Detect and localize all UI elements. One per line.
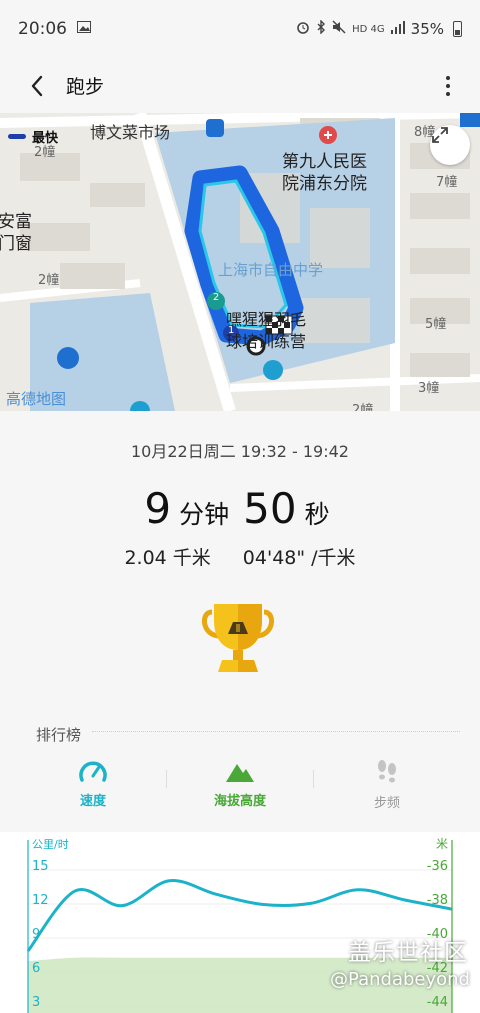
expand-map-button[interactable] — [430, 125, 470, 165]
chart-right-tick: -38 — [427, 893, 448, 908]
route-marker-1: 1 — [228, 325, 235, 336]
tab-altitude[interactable]: 海拔高度 — [167, 758, 313, 818]
duration: 9 分钟 50 秒 — [0, 484, 480, 533]
tab-cadence[interactable]: 步频 — [314, 758, 460, 818]
map-label-b2a: 2幢 — [34, 145, 56, 160]
watermark-community: 盖乐世社区 — [348, 940, 468, 966]
tab-cadence-label: 步频 — [373, 796, 400, 811]
map-label-b7: 7幢 — [436, 175, 458, 190]
stats-line: 2.04 千米 04'48" /千米 — [0, 543, 480, 570]
page-title: 跑步 — [66, 76, 105, 98]
chart-right-tick: -36 — [427, 859, 448, 874]
distance: 2.04 千米 — [124, 547, 211, 569]
status-bar: 20:06 HD 4G 35% — [0, 0, 480, 58]
map-label-hospital: 第九人民医 院浦东分院 — [282, 152, 367, 194]
map-label-b2c: 2幢 — [352, 403, 374, 411]
bluetooth-icon — [316, 19, 326, 38]
amap-logo: 高德地图 — [6, 390, 67, 408]
mountain-icon — [226, 764, 254, 782]
map-label-b3: 3幢 — [418, 381, 440, 396]
chart-left-tick: 6 — [32, 961, 40, 976]
route-marker-2: 2 — [212, 292, 220, 303]
map-label-school: 上海市自由中学 — [218, 261, 324, 279]
watermark-author: @Pandabeyond — [330, 969, 470, 990]
back-button[interactable] — [22, 71, 52, 101]
chart-ylabel-left: 公里/时 — [32, 838, 69, 851]
battery-icon — [453, 21, 462, 37]
chart-left-tick: 3 — [32, 995, 40, 1010]
expand-icon — [432, 127, 448, 143]
chart-left-tick: 12 — [32, 893, 49, 908]
chart-right-tick: -44 — [427, 995, 448, 1010]
back-arrow-icon — [31, 75, 43, 96]
tab-speed-label: 速度 — [79, 794, 106, 809]
chart-ylabel-right: 米 — [436, 837, 448, 851]
chart-left-tick: 9 — [32, 927, 40, 942]
image-icon — [77, 21, 91, 37]
chart-left-tick: 15 — [32, 859, 49, 874]
alarm-icon — [296, 20, 310, 38]
pace: 04'48" /千米 — [242, 547, 356, 569]
footsteps-icon — [378, 760, 396, 783]
map-label-court: 嘿猩猩羽毛 球培训练营 — [226, 310, 307, 351]
mute-icon — [332, 20, 346, 38]
map-label-b2b: 2幢 — [38, 273, 60, 288]
tab-speed[interactable]: 速度 — [20, 758, 166, 818]
duration-seconds-unit: 秒 — [304, 500, 330, 529]
status-time: 20:06 — [18, 19, 67, 39]
duration-minutes: 9 — [144, 484, 172, 533]
battery-level: 35% — [410, 20, 444, 38]
trophy-icon — [198, 598, 278, 678]
tab-altitude-label: 海拔高度 — [213, 794, 266, 809]
date-range: 10月22日周二 19:32 - 19:42 — [131, 442, 349, 461]
map-label-b5: 5幢 — [425, 317, 447, 332]
route-map[interactable]: 最快 博文菜市场 第九人民医 院浦东分院 上海市自由中学 嘿猩猩羽毛 球培训练营… — [0, 113, 480, 411]
more-options-button[interactable] — [438, 71, 458, 101]
app-bar: 跑步 — [0, 58, 480, 113]
map-label-bowen: 博文菜市场 — [90, 123, 171, 142]
map-label-left-top: 安富 门窗 — [0, 212, 32, 254]
network-type: HD 4G — [352, 23, 385, 35]
metric-tabs: 速度 海拔高度 步频 — [20, 758, 460, 818]
leaderboard-title: 排行榜 — [36, 726, 82, 744]
speedometer-icon — [79, 761, 107, 782]
signal-icon — [390, 20, 405, 38]
section-divider — [92, 731, 460, 732]
duration-seconds: 50 — [243, 484, 297, 533]
duration-minutes-unit: 分钟 — [179, 500, 230, 529]
